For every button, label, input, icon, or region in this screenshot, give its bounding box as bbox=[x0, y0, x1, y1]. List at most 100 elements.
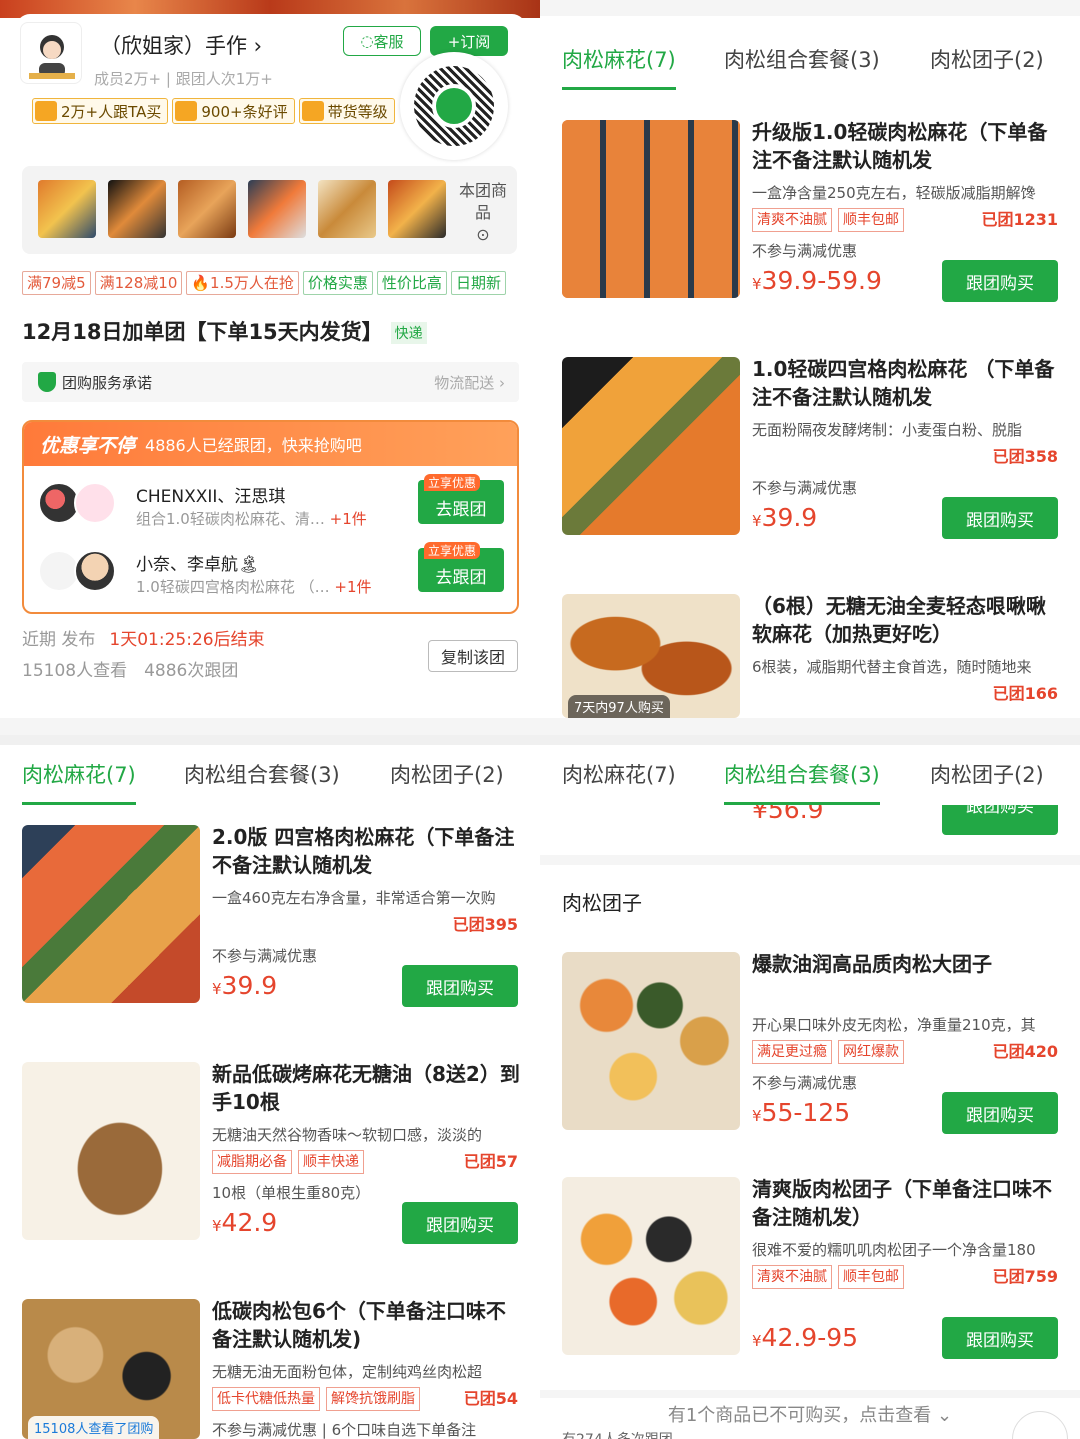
buy-button[interactable]: 跟团购买 bbox=[942, 260, 1058, 302]
chat-icon: ◌ bbox=[360, 32, 374, 50]
tag: 网红爆款 bbox=[838, 1040, 904, 1064]
tab-rousong-mahua[interactable]: 肉松麻花(7) bbox=[562, 44, 676, 90]
product-image[interactable] bbox=[562, 357, 740, 535]
shop-name[interactable]: （欣姐家）手作 › bbox=[100, 30, 262, 60]
product-title: 2.0版 四宫格肉松麻花（下单备注不备注默认随机发 bbox=[212, 825, 515, 877]
chevron-up-icon: ︿ bbox=[1030, 1425, 1050, 1439]
product-card[interactable]: 新品低碳烤麻花无糖油（8送2）到手10根 无糖油天然谷物香味～软韧口感，淡淡的 … bbox=[0, 1062, 540, 1262]
buyer-order: 1.0轻碳四宫格肉松麻花 （… +1件 bbox=[136, 578, 372, 596]
buyer-row: 小奈、李卓航🏝 1.0轻碳四宫格肉松麻花 （… +1件 立享优惠 去跟团 bbox=[38, 542, 508, 604]
buy-button[interactable]: 跟团购买 bbox=[942, 1092, 1058, 1134]
sold-count: 已团166 bbox=[992, 684, 1058, 703]
category-tabs: 肉松麻花(7) 肉松组合套餐(3) 肉松团子(2) bbox=[0, 745, 540, 805]
product-card[interactable]: 2.0版 四宫格肉松麻花（下单备注不备注默认随机发 一盒460克左右净含量，非常… bbox=[0, 825, 540, 1025]
product-list-panel-2: 肉松麻花(7) 肉松组合套餐(3) 肉松团子(2) 2.0版 四宫格肉松麻花（下… bbox=[0, 745, 540, 1439]
badge-followers: 2万+人跟TA买 bbox=[32, 98, 169, 124]
tab-combo[interactable]: 肉松组合套餐(3) bbox=[724, 44, 880, 74]
product-list-panel-1: 肉松麻花(7) 肉松组合套餐(3) 肉松团子(2) 升级版1.0轻碳肉松麻花（下… bbox=[540, 0, 1080, 735]
shop-badges: 2万+人跟TA买 900+条好评 带货等级 bbox=[32, 98, 395, 124]
buy-button[interactable]: 跟团购买 bbox=[402, 1202, 518, 1244]
product-card[interactable]: 清爽版肉松团子（下单备注口味不备注随机发） 很难不爱的糯叽叽肉松团子一个净含量1… bbox=[540, 1177, 1080, 1377]
product-note: 不参与满减优惠 bbox=[752, 479, 858, 497]
join-group-button[interactable]: 立享优惠 去跟团 bbox=[418, 474, 504, 524]
product-tags: 清爽不油腻 顺丰包邮 bbox=[752, 1265, 904, 1289]
sold-count: 已团57 bbox=[463, 1152, 518, 1171]
product-title: 爆款油润高品质肉松大团子 bbox=[752, 952, 992, 976]
tag: 顺丰快递 bbox=[298, 1150, 364, 1174]
thumbnail-5[interactable] bbox=[318, 180, 376, 238]
shop-logo[interactable] bbox=[20, 22, 82, 84]
join-group-button[interactable]: 立享优惠 去跟团 bbox=[418, 542, 504, 592]
product-tags: 低卡代糖低热量 解馋抗饿刷脂 bbox=[212, 1387, 420, 1411]
product-image[interactable]: 15108人查看了团购 bbox=[22, 1299, 200, 1439]
thumbnail-1[interactable] bbox=[38, 180, 96, 238]
customer-service-button[interactable]: ◌ 客服 bbox=[343, 26, 421, 56]
product-image[interactable] bbox=[22, 825, 200, 1003]
diamond-icon bbox=[301, 101, 324, 121]
buyer-order: 组合1.0轻碳肉松麻花、清… +1件 bbox=[136, 510, 367, 528]
product-image[interactable] bbox=[562, 1177, 740, 1355]
thumbnail-3[interactable] bbox=[178, 180, 236, 238]
product-card[interactable]: 1.0轻碳四宫格肉松麻花 （下单备注不备注默认随机发 无面粉隔夜发酵烤制：小麦蛋… bbox=[540, 357, 1080, 557]
product-card[interactable]: 15108人查看了团购 低碳肉松包6个（下单备注口味不备注默认随机发) 无糖无油… bbox=[0, 1299, 540, 1439]
product-image[interactable]: 7天内97人购买 bbox=[562, 594, 740, 718]
group-title: 12月18日加单团【下单15天内发货】 快递 bbox=[22, 316, 427, 346]
product-title: 新品低碳烤麻花无糖油（8送2）到手10根 bbox=[212, 1062, 520, 1114]
product-note: 不参与满减优惠 bbox=[752, 1074, 858, 1092]
tab-combo[interactable]: 肉松组合套餐(3) bbox=[184, 759, 340, 789]
all-products-link[interactable]: 本团商品 ⊙ bbox=[458, 180, 508, 246]
product-card[interactable]: 7天内97人购买 （6根）无糖无油全麦轻态哏啾啾软麻花（加热更好吃） 6根装，减… bbox=[540, 594, 1080, 718]
chevron-right-icon: ⊙ bbox=[476, 225, 490, 244]
tab-rousong-mahua[interactable]: 肉松麻花(7) bbox=[562, 759, 676, 789]
product-subtitle: 无糖无油无面粉包体，定制纯鸡丝肉松超 bbox=[212, 1363, 483, 1381]
product-image[interactable] bbox=[562, 952, 740, 1130]
thumbnail-2[interactable] bbox=[108, 180, 166, 238]
tag: 🔥1.5万人在抢 bbox=[186, 271, 299, 295]
thumbnail-6[interactable] bbox=[388, 180, 446, 238]
subscribe-button[interactable]: +订阅 bbox=[430, 26, 508, 56]
product-price: ¥39.9 bbox=[212, 971, 278, 1000]
tab-tuanzi[interactable]: 肉松团子(2) bbox=[930, 759, 1044, 789]
tab-combo[interactable]: 肉松组合套餐(3) bbox=[724, 759, 880, 805]
product-note: 不参与满减优惠 bbox=[212, 947, 318, 965]
product-subtitle: 一盒净含量250克左右，轻碳版减脂期解馋 bbox=[752, 184, 1036, 202]
product-subtitle: 一盒460克左右净含量，非常适合第一次购 bbox=[212, 889, 496, 907]
promo-box: 优惠享不停 4886人已经跟团，快来抢购吧 CHENXXII、汪思琪 组合1.0轻… bbox=[22, 420, 519, 614]
views-overlay: 15108人查看了团购 bbox=[28, 1416, 160, 1439]
buy-button[interactable]: 跟团购买 bbox=[942, 497, 1058, 539]
unavailable-items-link[interactable]: 有1个商品已不可购买，点击查看 ⌄ bbox=[540, 1401, 1080, 1427]
fire-icon: 🔥 bbox=[191, 274, 211, 292]
tab-rousong-mahua[interactable]: 肉松麻花(7) bbox=[22, 759, 136, 805]
qr-code[interactable] bbox=[400, 52, 508, 160]
product-title: 1.0轻碳四宫格肉松麻花 （下单备注不备注默认随机发 bbox=[752, 357, 1055, 409]
tag: 清爽不油腻 bbox=[752, 1265, 832, 1289]
tag: 性价比高 bbox=[376, 271, 447, 295]
partial-price: ¥56.9 bbox=[752, 805, 824, 821]
buy-button[interactable]: 跟团购买 bbox=[942, 805, 1058, 835]
category-tabs: 肉松麻花(7) 肉松组合套餐(3) 肉松团子(2) bbox=[540, 745, 1080, 805]
product-title: （6根）无糖无油全麦轻态哏啾啾软麻花（加热更好吃） bbox=[752, 594, 1046, 646]
product-title: 清爽版肉松团子（下单备注口味不备注随机发） bbox=[752, 1177, 1052, 1229]
buy-button[interactable]: 跟团购买 bbox=[942, 1317, 1058, 1359]
product-note: 不参与满减优惠 bbox=[752, 242, 858, 260]
product-card[interactable]: 爆款油润高品质肉松大团子 开心果口味外皮无肉松，净重量210克，其 满足更过瘾网… bbox=[540, 952, 1080, 1152]
copy-group-button[interactable]: 复制该团 bbox=[428, 640, 518, 672]
tag: 价格实惠 bbox=[302, 271, 373, 295]
buy-button[interactable]: 跟团购买 bbox=[402, 965, 518, 1007]
product-image[interactable] bbox=[22, 1062, 200, 1240]
heart-logo-icon bbox=[432, 84, 476, 128]
service-promise-row[interactable]: 团购服务承诺 物流配送 › bbox=[22, 362, 519, 402]
service-promise-label: 团购服务承诺 bbox=[62, 374, 153, 392]
product-thumbnail-strip[interactable]: 本团商品 ⊙ bbox=[22, 166, 517, 254]
product-subtitle: 无面粉隔夜发酵烤制：小麦蛋白粉、脱脂 bbox=[752, 421, 1023, 439]
sold-count: 已团759 bbox=[992, 1267, 1058, 1286]
tab-tuanzi[interactable]: 肉松团子(2) bbox=[930, 44, 1044, 74]
tab-tuanzi[interactable]: 肉松团子(2) bbox=[390, 759, 504, 789]
tag: 清爽不油腻 bbox=[752, 208, 832, 232]
shield-check-icon bbox=[38, 372, 56, 392]
promo-header: 优惠享不停 4886人已经跟团，快来抢购吧 bbox=[24, 422, 517, 466]
product-subtitle: 开心果口味外皮无肉松，净重量210克，其 bbox=[752, 1016, 1036, 1034]
product-image[interactable] bbox=[562, 120, 740, 298]
thumbnail-4[interactable] bbox=[248, 180, 306, 238]
product-card[interactable]: 升级版1.0轻碳肉松麻花（下单备注不备注默认随机发 一盒净含量250克左右，轻碳… bbox=[540, 120, 1080, 320]
